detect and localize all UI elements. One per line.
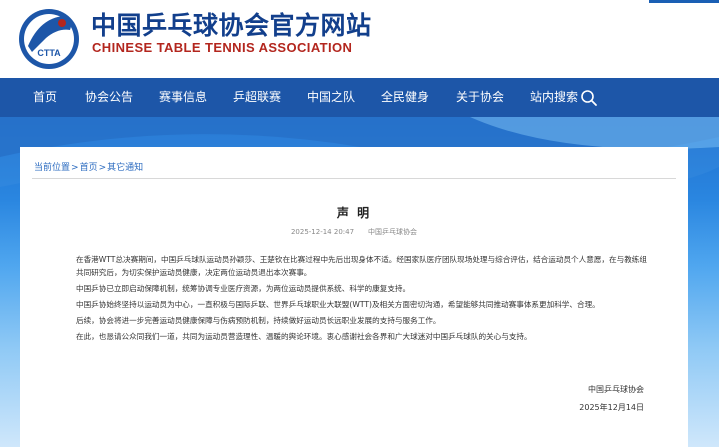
article-paragraph: 中国乒协始终坚持以运动员为中心，一直积极与国际乒联、世界乒乓球职业大联盟(WTT… xyxy=(76,300,600,309)
logo-text: CTTA xyxy=(37,48,61,58)
signature-date: 2025年12月14日 xyxy=(579,403,644,412)
breadcrumb-separator: > xyxy=(98,163,107,173)
ctta-logo[interactable]: CTTA xyxy=(18,8,80,70)
nav-item-site-search[interactable]: 站内搜索 xyxy=(530,78,578,117)
breadcrumb-home-link[interactable]: 首页 xyxy=(80,163,98,173)
nav-item-home[interactable]: 首页 xyxy=(33,78,57,117)
nav-item-super-league[interactable]: 乒超联赛 xyxy=(233,78,281,117)
breadcrumb-separator: > xyxy=(71,163,79,173)
breadcrumb-section-link[interactable]: 其它通知 xyxy=(107,163,143,173)
article-meta: 2025-12-14 20:47 中国乒乓球协会 xyxy=(20,227,688,237)
article-paragraph: 在香港WTT总决赛期间，中国乒乓球队运动员孙颖莎、王楚钦在比赛过程中先后出现身体… xyxy=(76,255,647,277)
content-panel: 当前位置>首页>其它通知 声 明 2025-12-14 20:47 中国乒乓球协会… xyxy=(20,147,688,447)
nav-item-events[interactable]: 赛事信息 xyxy=(159,78,207,117)
site-header: CTTA 中国乒乓球协会官方网站 CHINESE TABLE TENNIS AS… xyxy=(0,0,719,78)
article-source: 中国乒乓球协会 xyxy=(368,228,418,236)
ctta-logo-icon: CTTA xyxy=(19,9,79,69)
site-title[interactable]: 中国乒乓球协会官方网站 xyxy=(91,12,372,40)
breadcrumb-current-label: 当前位置 xyxy=(34,163,71,173)
nav-item-fitness[interactable]: 全民健身 xyxy=(381,78,429,117)
search-icon[interactable] xyxy=(580,89,598,107)
article-paragraph: 中国乒协已立即启动保障机制，统筹协调专业医疗资源，为两位运动员提供系统、科学的康… xyxy=(76,284,411,293)
breadcrumb-divider xyxy=(32,178,676,179)
signature-org: 中国乒乓球协会 xyxy=(588,385,644,394)
top-accent-strip xyxy=(649,0,719,3)
site-subtitle: CHINESE TABLE TENNIS ASSOCIATION xyxy=(92,40,353,55)
article-paragraph: 在此，也恳请公众同我们一道，共同为运动员营造理性、温暖的舆论环境。衷心感谢社会各… xyxy=(76,332,532,341)
article-signature: 中国乒乓球协会 2025年12月14日 xyxy=(579,381,644,417)
nav-item-china-team[interactable]: 中国之队 xyxy=(307,78,355,117)
breadcrumb: 当前位置>首页>其它通知 xyxy=(34,160,143,173)
nav-item-about[interactable]: 关于协会 xyxy=(456,78,504,117)
article-paragraph: 后续，协会将进一步完善运动员健康保障与伤病预防机制，持续做好运动员长远职业发展的… xyxy=(76,316,441,325)
article-date: 2025-12-14 20:47 xyxy=(290,228,355,236)
main-nav: 首页 协会公告 赛事信息 乒超联赛 中国之队 全民健身 关于协会 站内搜索 xyxy=(0,78,719,117)
nav-item-announcements[interactable]: 协会公告 xyxy=(85,78,133,117)
article-title: 声 明 xyxy=(336,206,372,220)
article-body: 在香港WTT总决赛期间，中国乒乓球队运动员孙颖莎、王楚钦在比赛过程中先后出现身体… xyxy=(76,253,650,346)
